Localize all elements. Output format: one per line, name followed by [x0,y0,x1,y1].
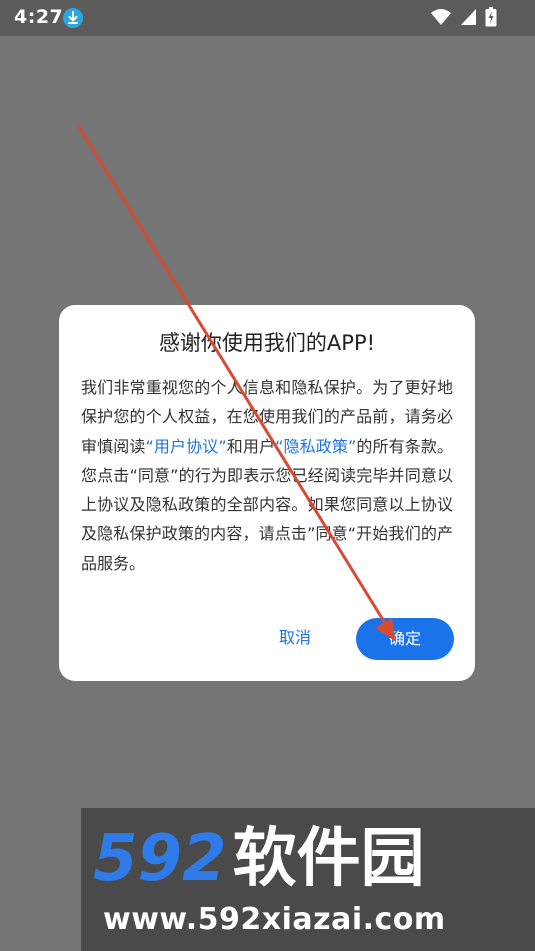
status-time: 4:27 [14,6,64,28]
watermark-logo: 592软件园 [93,824,425,894]
status-bar: 4:27 [0,0,535,36]
watermark-logo-text: 软件园 [232,822,425,896]
body-text-2: 和用户 [226,436,276,456]
dialog-title: 感谢你使用我们的APP! [158,331,376,355]
body-text-3: 的所有条款。您点击“同意”的行为即表示您已经阅读完毕并同意以上协议及隐私政策的全… [81,436,453,573]
download-icon [63,8,83,28]
privacy-dialog: 感谢你使用我们的APP! 我们非常重视您的个人信息和隐私保护。为了更好地保护您的… [59,305,475,681]
wifi-icon [431,9,451,25]
battery-charging-icon [485,7,497,27]
dialog-body: 我们非常重视您的个人信息和隐私保护。为了更好地保护您的个人权益，在您使用我们的产… [81,373,453,578]
watermark-banner: 592软件园 www.592xiazai.com [81,808,535,951]
confirm-button[interactable]: 确定 [356,618,454,660]
watermark-url: www.592xiazai.com [103,902,446,937]
signal-icon [461,9,476,25]
user-agreement-link[interactable]: “用户协议” [145,437,226,456]
cancel-button[interactable]: 取消 [259,618,331,658]
status-icons [430,7,497,27]
privacy-policy-link[interactable]: “隐私政策” [275,437,356,456]
watermark-logo-digits: 592 [93,822,227,896]
